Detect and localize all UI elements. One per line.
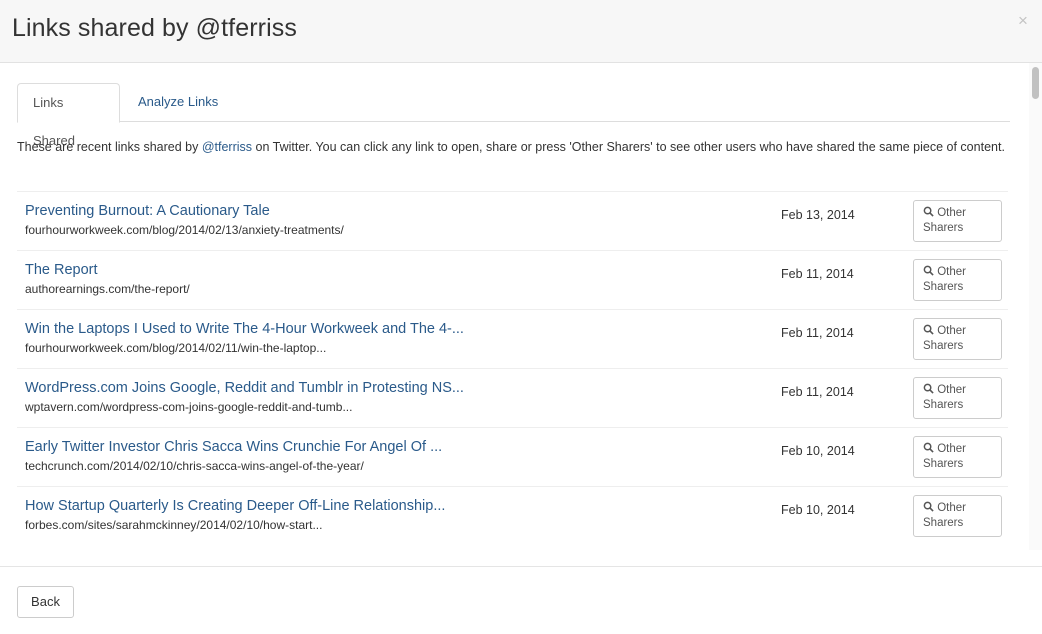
link-title[interactable]: Early Twitter Investor Chris Sacca Wins … — [25, 439, 442, 455]
tab-analyze-links[interactable]: Analyze Links — [123, 83, 233, 122]
link-url: fourhourworkweek.com/blog/2014/02/11/win… — [25, 341, 327, 355]
other-sharers-label-2: Sharers — [923, 458, 964, 470]
link-row: The Report authorearnings.com/the-report… — [17, 250, 1008, 309]
links-list: Preventing Burnout: A Cautionary Tale fo… — [17, 191, 1008, 545]
tab-links-shared[interactable]: Links Shared — [17, 83, 120, 148]
intro-text: These are recent links shared by @tferri… — [17, 140, 1017, 154]
tab-bar: Links Shared Analyze Links — [17, 83, 1010, 148]
other-sharers-label-2: Sharers — [923, 340, 964, 352]
other-sharers-label: Other — [937, 384, 966, 396]
link-url: techcrunch.com/2014/02/10/chris-sacca-wi… — [25, 459, 364, 473]
search-icon — [923, 383, 934, 394]
other-sharers-label-2: Sharers — [923, 517, 964, 529]
link-date: Feb 10, 2014 — [781, 444, 855, 458]
other-sharers-button[interactable]: Other Sharers — [913, 318, 1002, 360]
link-url: wptavern.com/wordpress-com-joins-google-… — [25, 400, 353, 414]
link-title[interactable]: The Report — [25, 262, 98, 278]
link-date: Feb 13, 2014 — [781, 208, 855, 222]
link-row: Win the Laptops I Used to Write The 4-Ho… — [17, 309, 1008, 368]
other-sharers-label: Other — [937, 502, 966, 514]
link-date: Feb 11, 2014 — [781, 267, 854, 281]
link-title[interactable]: WordPress.com Joins Google, Reddit and T… — [25, 380, 464, 396]
scrollbar-thumb[interactable] — [1032, 67, 1039, 99]
link-date: Feb 10, 2014 — [781, 503, 855, 517]
link-row: Early Twitter Investor Chris Sacca Wins … — [17, 427, 1008, 486]
modal-footer: Back — [0, 566, 1042, 634]
link-title[interactable]: How Startup Quarterly Is Creating Deeper… — [25, 498, 445, 514]
search-icon — [923, 501, 934, 512]
link-date: Feb 11, 2014 — [781, 385, 854, 399]
back-button[interactable]: Back — [17, 586, 74, 618]
modal-header: Links shared by @tferriss × — [0, 0, 1042, 63]
other-sharers-button[interactable]: Other Sharers — [913, 495, 1002, 537]
other-sharers-label-2: Sharers — [923, 281, 964, 293]
intro-prefix: These are recent links shared by — [17, 140, 202, 154]
search-icon — [923, 265, 934, 276]
other-sharers-label: Other — [937, 207, 966, 219]
search-icon — [923, 324, 934, 335]
twitter-handle-link[interactable]: @tferriss — [202, 140, 252, 154]
link-url: forbes.com/sites/sarahmckinney/2014/02/1… — [25, 518, 323, 532]
other-sharers-label: Other — [937, 266, 966, 278]
close-icon[interactable]: × — [1016, 12, 1030, 30]
link-url: fourhourworkweek.com/blog/2014/02/13/anx… — [25, 223, 344, 237]
other-sharers-button[interactable]: Other Sharers — [913, 200, 1002, 242]
link-title[interactable]: Preventing Burnout: A Cautionary Tale — [25, 203, 270, 219]
link-row: WordPress.com Joins Google, Reddit and T… — [17, 368, 1008, 427]
other-sharers-label: Other — [937, 325, 966, 337]
other-sharers-button[interactable]: Other Sharers — [913, 377, 1002, 419]
other-sharers-label-2: Sharers — [923, 399, 964, 411]
search-icon — [923, 442, 934, 453]
link-row: How Startup Quarterly Is Creating Deeper… — [17, 486, 1008, 545]
link-date: Feb 11, 2014 — [781, 326, 854, 340]
other-sharers-button[interactable]: Other Sharers — [913, 436, 1002, 478]
other-sharers-label-2: Sharers — [923, 222, 964, 234]
other-sharers-button[interactable]: Other Sharers — [913, 259, 1002, 301]
link-title[interactable]: Win the Laptops I Used to Write The 4-Ho… — [25, 321, 464, 337]
scrollbar[interactable] — [1029, 63, 1042, 550]
other-sharers-label: Other — [937, 443, 966, 455]
modal-title: Links shared by @tferriss — [12, 14, 297, 42]
link-url: authorearnings.com/the-report/ — [25, 282, 190, 296]
link-row: Preventing Burnout: A Cautionary Tale fo… — [17, 191, 1008, 250]
search-icon — [923, 206, 934, 217]
intro-suffix: on Twitter. You can click any link to op… — [252, 140, 1005, 154]
modal-body: Links Shared Analyze Links These are rec… — [0, 63, 1042, 566]
